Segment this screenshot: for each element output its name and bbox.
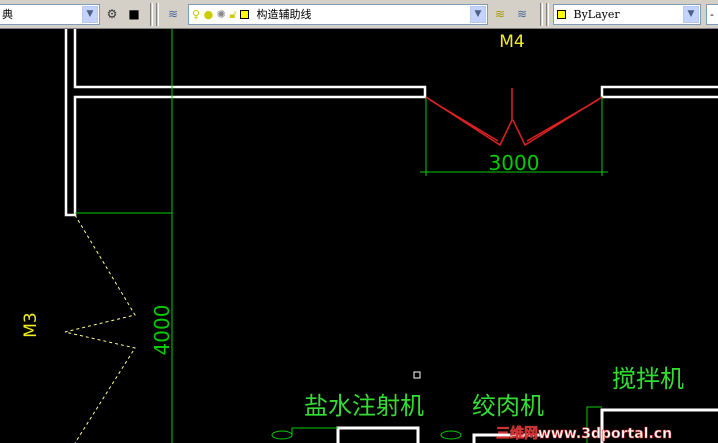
color-value: ByLayer bbox=[573, 8, 620, 21]
walls bbox=[64, 29, 718, 217]
drawing-canvas[interactable]: M4 M3 3000 4000 盐水注射机 绞肉机 搅拌机 三维网www.3dp… bbox=[0, 29, 718, 443]
watermark: 三维网www.3dportal.cn bbox=[496, 425, 672, 442]
toolbar-separator bbox=[540, 3, 543, 26]
lock-icon[interactable]: 🔓︎ bbox=[229, 8, 236, 21]
toolbar-separator bbox=[150, 3, 153, 26]
sun-icon[interactable]: ● bbox=[204, 8, 214, 21]
toolbar-separator bbox=[546, 3, 549, 26]
chevron-down-icon[interactable]: ▼ bbox=[683, 6, 699, 23]
door-m4-swing bbox=[425, 88, 603, 147]
layer-name: 构造辅助线 bbox=[256, 8, 312, 21]
label-saline-injector: 盐水注射机 bbox=[304, 392, 424, 420]
toolbar-separator bbox=[156, 3, 159, 26]
label-meat-grinder: 绞肉机 bbox=[472, 392, 544, 420]
layer-combo[interactable]: ♀ ● ✺ 🔓︎ 构造辅助线 ▼ bbox=[188, 4, 488, 25]
lightbulb-icon[interactable]: ♀ bbox=[192, 8, 200, 21]
door-label-m3: M3 bbox=[21, 312, 41, 337]
chevron-down-icon[interactable]: ▼ bbox=[470, 6, 486, 23]
dimension-3000: 3000 bbox=[489, 151, 540, 175]
chevron-down-icon[interactable]: ▼ bbox=[82, 6, 98, 23]
block-icon[interactable]: ■ bbox=[125, 5, 143, 23]
color-combo[interactable]: ByLayer ▼ bbox=[553, 4, 701, 25]
text-style-combo[interactable]: 典 ▼ bbox=[0, 4, 100, 25]
text-style-value: 典 bbox=[2, 8, 13, 21]
guide-lines bbox=[75, 29, 608, 443]
layer-previous-icon[interactable]: ≋ bbox=[513, 5, 531, 23]
freeze-icon[interactable]: ✺ bbox=[217, 8, 226, 21]
linetype-combo[interactable]: - bbox=[706, 4, 718, 25]
color-swatch bbox=[557, 10, 566, 19]
dimension-4000: 4000 bbox=[150, 305, 174, 356]
cursor-pickbox bbox=[413, 371, 421, 379]
make-layer-current-icon[interactable]: ≋ bbox=[491, 5, 509, 23]
door-m3-swing bbox=[64, 214, 136, 443]
settings-icon[interactable]: ⚙ bbox=[103, 5, 121, 23]
door-label-m4: M4 bbox=[499, 32, 524, 52]
toolbar: 典 ▼ ⚙ ■ ≋ ♀ ● ✺ 🔓︎ 构造辅助线 ▼ ≋ ≋ ByLayer ▼… bbox=[0, 0, 718, 29]
label-mixer: 搅拌机 bbox=[612, 365, 684, 393]
layers-icon[interactable]: ≋ bbox=[164, 5, 182, 23]
layer-color-swatch bbox=[240, 10, 250, 19]
